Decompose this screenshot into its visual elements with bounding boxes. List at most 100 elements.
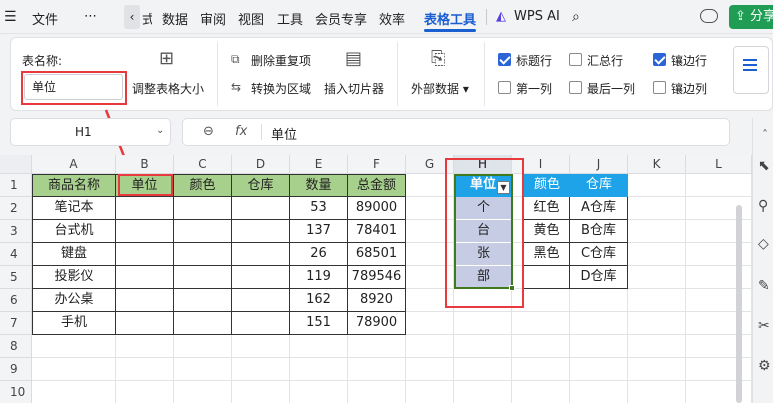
warehouse-list-header[interactable]: 仓库 [570,174,628,197]
empty-cell[interactable] [174,358,232,381]
filter-settings-icon[interactable]: ⚲ [758,198,768,214]
empty-cell[interactable] [406,312,454,335]
table-cell[interactable] [174,197,232,220]
color-list-header[interactable]: 颜色 [524,174,570,197]
empty-cell[interactable] [628,243,686,266]
zoom-icon[interactable]: ⊖ [203,124,214,139]
empty-cell[interactable] [232,335,290,358]
table-cell[interactable] [116,220,174,243]
empty-cell[interactable] [628,220,686,243]
color-cell[interactable]: 黑色 [524,243,570,266]
col-header-d[interactable]: D [232,155,290,174]
empty-cell[interactable] [406,381,454,403]
table-cell[interactable]: 162 [290,289,348,312]
empty-cell[interactable] [406,358,454,381]
empty-cell[interactable] [348,335,406,358]
table-cell[interactable]: 台式机 [32,220,116,243]
empty-cell[interactable] [454,312,512,335]
table-cell[interactable]: 53 [290,197,348,220]
select-all-corner[interactable] [0,155,32,174]
table-cell[interactable] [232,312,290,335]
empty-cell[interactable] [290,381,348,403]
table-cell[interactable] [116,197,174,220]
col-header-l[interactable]: L [686,155,752,174]
color-cell[interactable]: 黄色 [524,220,570,243]
empty-cell[interactable] [512,381,570,403]
table-cell[interactable]: 137 [290,220,348,243]
header-cell-color[interactable]: 颜色 [174,174,232,197]
table-cell[interactable] [174,220,232,243]
table-cell[interactable] [232,289,290,312]
table-cell[interactable]: 789546 [348,266,406,289]
table-cell[interactable]: 26 [290,243,348,266]
col-header-j[interactable]: J [570,155,628,174]
color-cell-empty[interactable] [524,266,570,289]
empty-cell[interactable] [290,358,348,381]
empty-cell[interactable] [512,358,570,381]
empty-cell[interactable] [686,358,752,381]
row-header-5[interactable]: 5 [0,266,32,289]
empty-cell[interactable] [32,381,116,403]
empty-cell[interactable] [686,197,752,220]
table-cell[interactable]: 151 [290,312,348,335]
color-cell[interactable]: 红色 [524,197,570,220]
empty-cell[interactable] [32,358,116,381]
empty-cell[interactable] [454,335,512,358]
empty-cell[interactable] [686,266,752,289]
row-header-10[interactable]: 10 [0,381,32,403]
empty-cell[interactable] [232,381,290,403]
header-cell-warehouse[interactable]: 仓库 [232,174,290,197]
empty-cell[interactable] [348,358,406,381]
table-cell[interactable] [116,289,174,312]
table-cell[interactable]: 手机 [32,312,116,335]
empty-cell[interactable] [454,381,512,403]
table-cell[interactable] [174,243,232,266]
empty-cell[interactable] [628,174,686,197]
table-cell[interactable]: 78401 [348,220,406,243]
row-header-4[interactable]: 4 [0,243,32,266]
empty-cell[interactable] [116,335,174,358]
empty-cell[interactable] [570,358,628,381]
header-cell-quantity[interactable]: 数量 [290,174,348,197]
empty-cell[interactable] [406,335,454,358]
warehouse-cell[interactable]: A仓库 [570,197,628,220]
empty-cell[interactable] [628,381,686,403]
empty-cell[interactable] [116,381,174,403]
row-header-3[interactable]: 3 [0,220,32,243]
empty-cell[interactable] [686,243,752,266]
empty-cell[interactable] [348,381,406,403]
header-cell-product[interactable]: 商品名称 [32,174,116,197]
empty-cell[interactable] [686,289,752,312]
empty-cell[interactable] [628,335,686,358]
empty-cell[interactable] [628,266,686,289]
empty-cell[interactable] [628,358,686,381]
empty-cell[interactable] [686,381,752,403]
tools-icon[interactable]: ✂ [758,318,770,334]
col-header-k[interactable]: K [628,155,686,174]
chevron-down-icon[interactable]: ⌄ [156,125,164,136]
empty-cell[interactable] [628,312,686,335]
brush-icon[interactable]: ✎ [758,278,770,294]
table-cell[interactable]: 笔记本 [32,197,116,220]
warehouse-cell[interactable]: D仓库 [570,266,628,289]
col-header-a[interactable]: A [32,155,116,174]
col-header-b[interactable]: B [116,155,174,174]
properties-icon[interactable]: ⚙ [758,358,771,374]
empty-cell[interactable] [174,335,232,358]
vertical-scrollbar[interactable] [736,205,742,403]
row-header-8[interactable]: 8 [0,335,32,358]
table-cell[interactable]: 119 [290,266,348,289]
empty-cell[interactable] [32,335,116,358]
empty-cell[interactable] [512,312,570,335]
name-box[interactable]: H1 ⌄ [10,118,171,146]
empty-cell[interactable] [570,289,628,312]
empty-cell[interactable] [686,220,752,243]
header-cell-amount[interactable]: 总金额 [348,174,406,197]
table-cell[interactable] [116,243,174,266]
warehouse-cell[interactable]: B仓库 [570,220,628,243]
fx-icon[interactable]: fx [235,124,247,139]
empty-cell[interactable] [686,174,752,197]
empty-cell[interactable] [570,312,628,335]
empty-cell[interactable] [232,358,290,381]
empty-cell[interactable] [116,358,174,381]
